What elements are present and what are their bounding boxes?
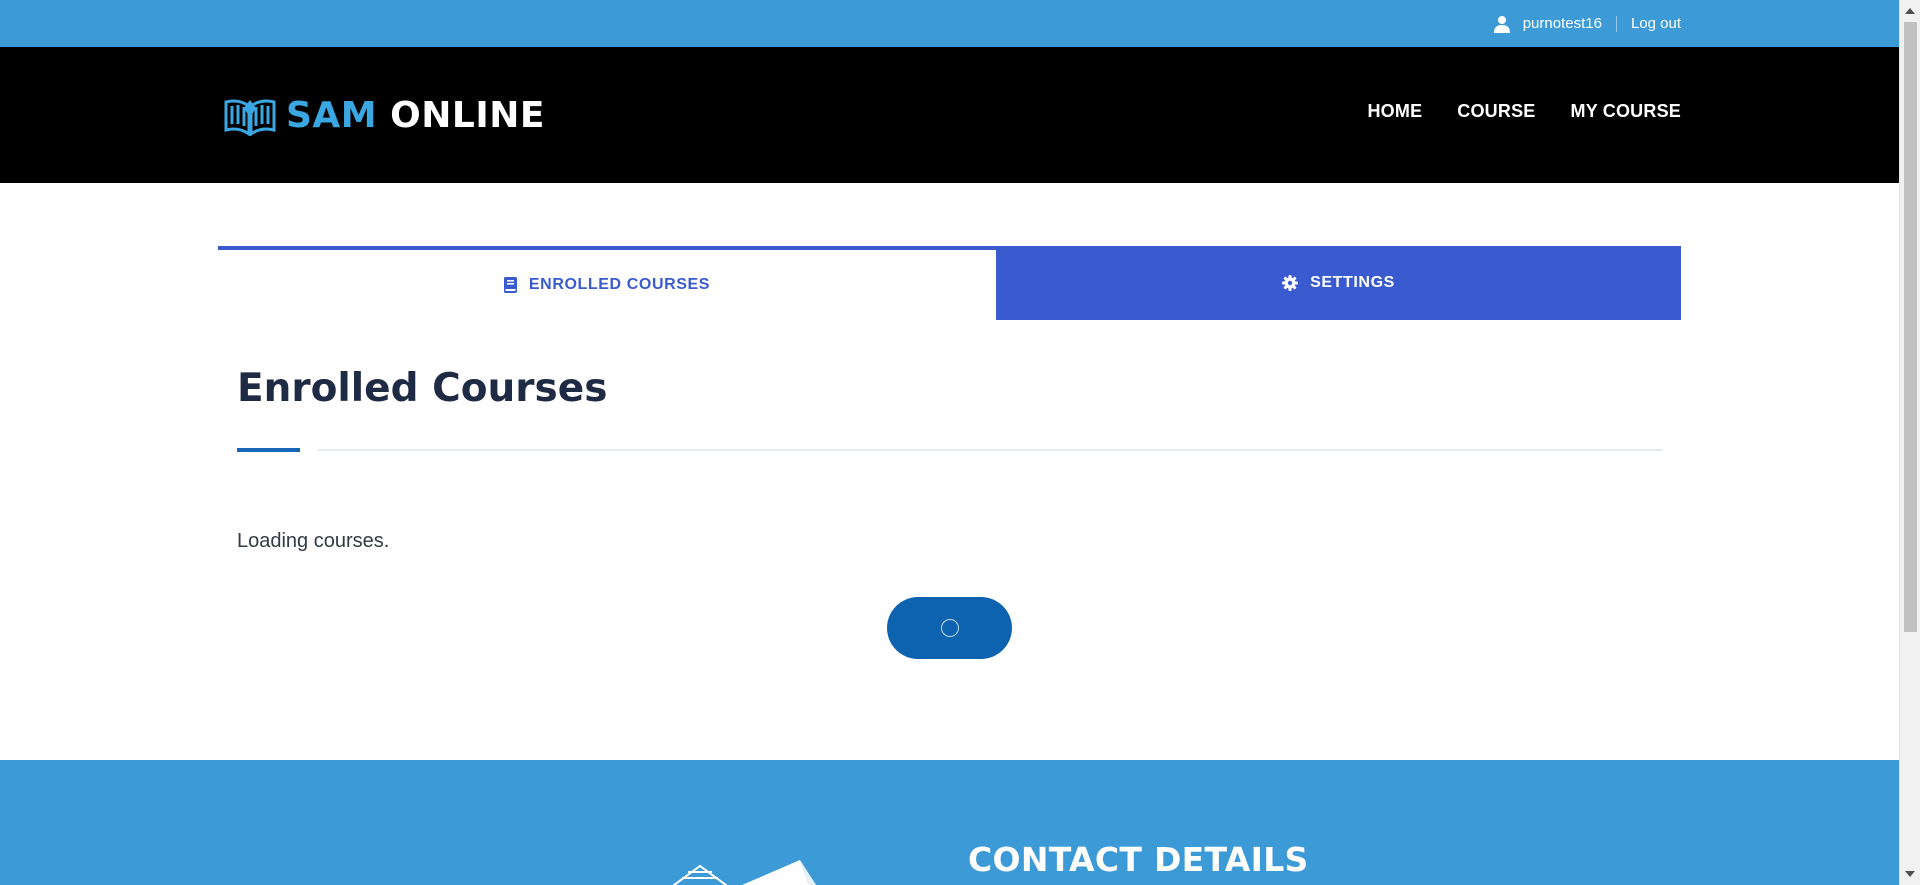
top-utility-bar: purnotest16 Log out xyxy=(0,0,1899,47)
divider xyxy=(1615,15,1617,32)
logo-text: SAM ONLINE xyxy=(286,95,545,136)
loading-button[interactable] xyxy=(887,597,1012,659)
tab-settings[interactable]: SETTINGS xyxy=(996,246,1681,320)
book-icon xyxy=(503,277,517,293)
tab-settings-label: SETTINGS xyxy=(1310,274,1395,291)
title-divider xyxy=(318,449,1663,451)
scroll-down-arrow-icon[interactable] xyxy=(1905,871,1915,877)
page-scrollbar[interactable] xyxy=(1899,0,1920,885)
loading-message: Loading courses. xyxy=(237,530,390,552)
paper-plane-illustration-icon xyxy=(672,860,817,885)
title-accent-rule xyxy=(237,448,300,452)
logo-word-online: ONLINE xyxy=(390,95,545,136)
site-footer: CONTACT DETAILS xyxy=(0,760,1899,885)
main-header: SAM ONLINE HOME COURSE MY COURSE xyxy=(0,47,1899,183)
nav-home[interactable]: HOME xyxy=(1367,101,1422,122)
tab-enrolled-label: ENROLLED COURSES xyxy=(528,276,711,293)
site-logo[interactable]: SAM ONLINE xyxy=(224,95,545,137)
username-link[interactable]: purnotest16 xyxy=(1523,15,1602,32)
page: purnotest16 Log out SAM ONLINE HOME COUR… xyxy=(0,0,1920,885)
logout-link[interactable]: Log out xyxy=(1631,15,1681,32)
open-book-logo-icon xyxy=(224,96,276,137)
contact-details-title: CONTACT DETAILS xyxy=(968,840,1309,879)
nav-my-course[interactable]: MY COURSE xyxy=(1571,101,1682,122)
user-icon xyxy=(1493,15,1511,33)
page-title: Enrolled Courses xyxy=(237,366,608,411)
nav-course[interactable]: COURSE xyxy=(1457,101,1535,122)
tab-enrolled-courses[interactable]: ENROLLED COURSES xyxy=(218,246,996,320)
dashboard-tabs: ENROLLED COURSES SETTINGS xyxy=(218,246,1681,320)
main-nav: HOME COURSE MY COURSE xyxy=(1367,101,1681,122)
logo-word-sam: SAM xyxy=(286,95,378,136)
account-area: purnotest16 Log out xyxy=(1493,0,1681,47)
scroll-up-arrow-icon[interactable] xyxy=(1905,8,1915,14)
gear-icon xyxy=(1282,275,1299,291)
spinner-icon xyxy=(940,619,959,637)
scroll-thumb[interactable] xyxy=(1904,22,1917,632)
